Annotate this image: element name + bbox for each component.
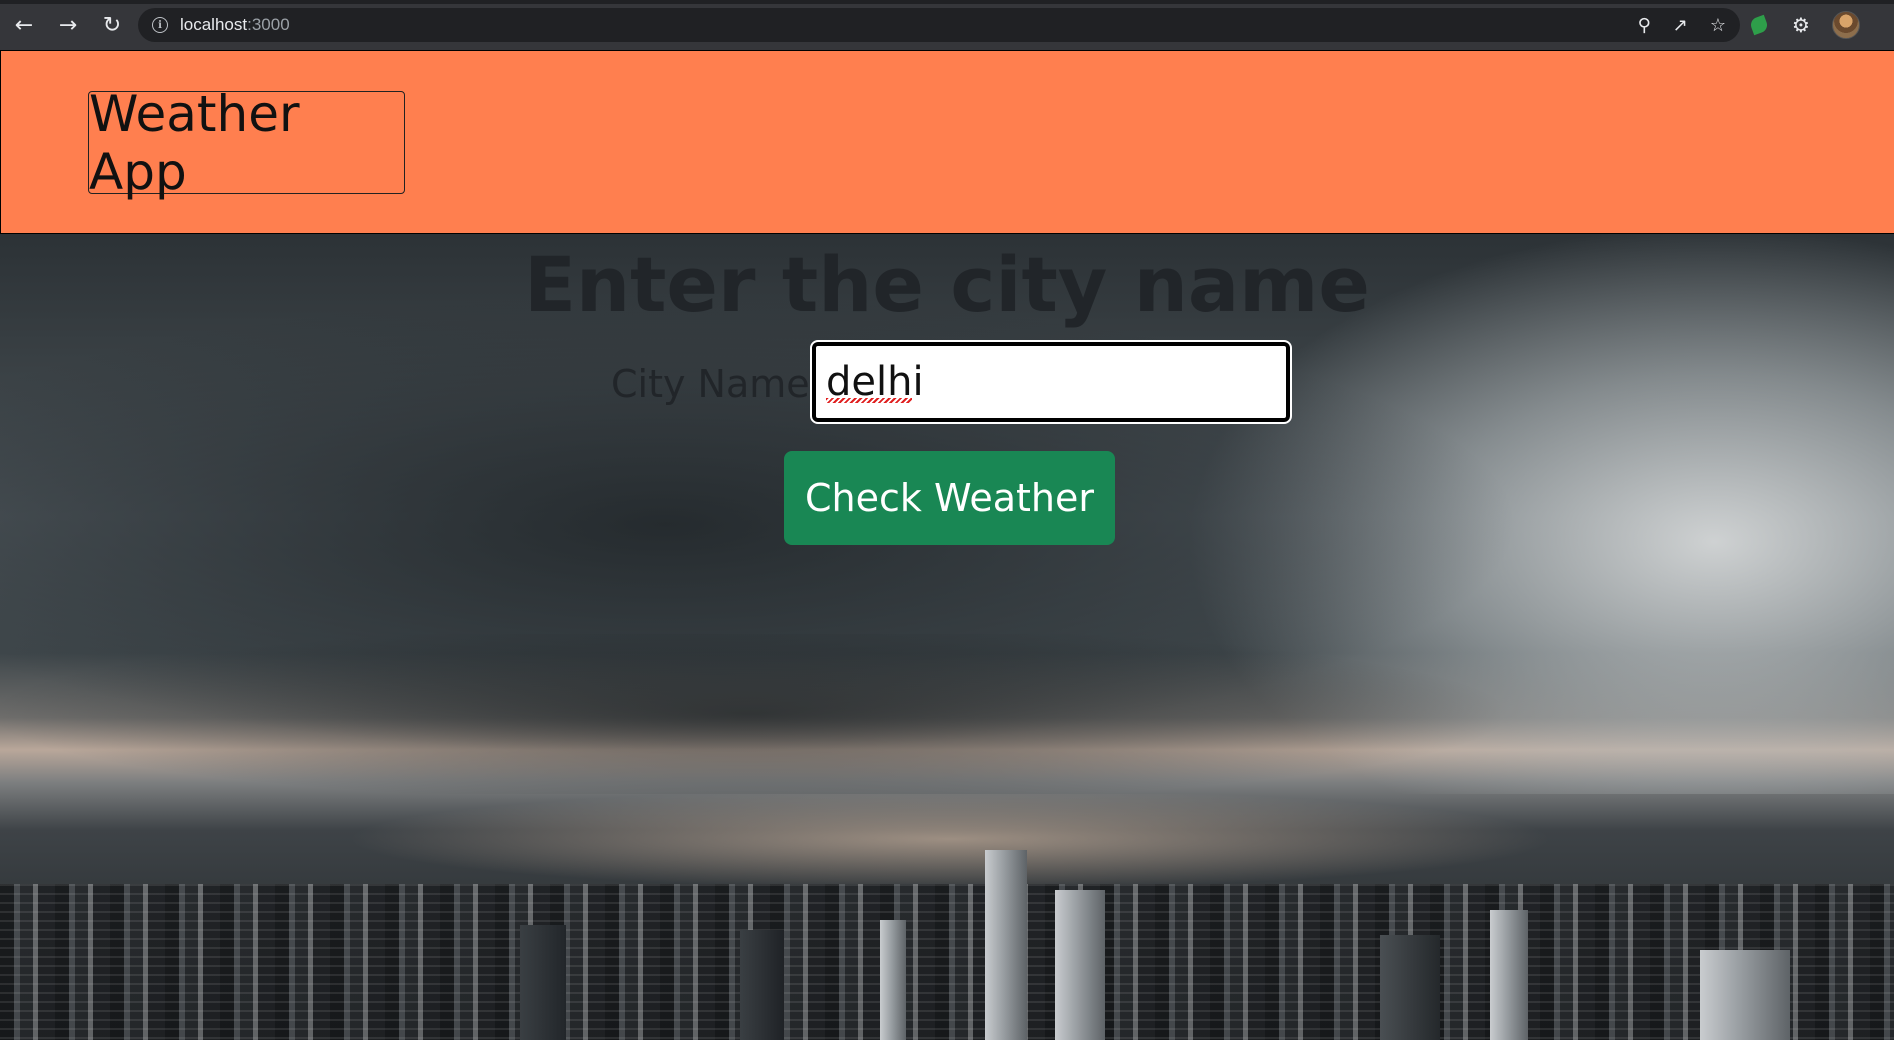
building (985, 850, 1027, 1040)
hero-background: Enter the city name City Name: Check Wea… (0, 234, 1894, 1040)
browser-toolbar: ← → ↻ i localhost :3000 ⚲ ↗ ☆ ⚙ ⋮ (0, 0, 1894, 50)
arrow-left-icon: ← (14, 12, 34, 38)
search-form-section: Enter the city name City Name: Check Wea… (0, 234, 1894, 545)
reload-button[interactable]: ↻ (92, 5, 132, 45)
brand-logo[interactable]: Weather App (88, 85, 405, 201)
reload-icon: ↻ (102, 12, 122, 38)
url-host: localhost (180, 15, 248, 34)
city-windows (0, 884, 1894, 1040)
city-form-row: City Name: (0, 340, 1894, 424)
check-weather-button[interactable]: Check Weather (784, 451, 1115, 545)
building (1700, 950, 1790, 1040)
kebab-menu-icon[interactable]: ⋮ (1880, 13, 1888, 38)
forward-button[interactable]: → (48, 5, 88, 45)
puzzle-icon[interactable]: ⚙ (1790, 13, 1812, 37)
address-bar-actions: ⚲ ↗ ☆ (1638, 8, 1726, 42)
back-button[interactable]: ← (4, 5, 44, 45)
page: Weather App Enter the city name City Nam… (0, 50, 1894, 1040)
avatar[interactable] (1832, 11, 1860, 39)
city-name-input[interactable] (810, 340, 1292, 424)
horizon-glow (300, 794, 1600, 884)
tabstrip-edge (0, 0, 1894, 4)
toolbar-right: ⚙ ⋮ (1748, 0, 1894, 50)
star-icon[interactable]: ☆ (1710, 15, 1726, 36)
building (1490, 910, 1528, 1040)
cloud-band (0, 634, 1500, 794)
page-title: Enter the city name (524, 240, 1370, 329)
building (1055, 890, 1105, 1040)
leaf-extension-icon[interactable] (1748, 14, 1770, 36)
zoom-icon[interactable]: ⚲ (1638, 15, 1651, 36)
building (740, 930, 784, 1040)
building (520, 925, 566, 1040)
building (1380, 935, 1440, 1040)
url-port: :3000 (247, 15, 290, 34)
building (880, 920, 906, 1040)
app-header: Weather App (0, 50, 1894, 234)
city-name-label: City Name: (611, 362, 823, 406)
arrow-right-icon: → (58, 12, 78, 38)
share-icon[interactable]: ↗ (1673, 15, 1688, 36)
info-icon[interactable]: i (152, 17, 168, 33)
address-bar[interactable]: i localhost :3000 ⚲ ↗ ☆ (138, 8, 1740, 42)
